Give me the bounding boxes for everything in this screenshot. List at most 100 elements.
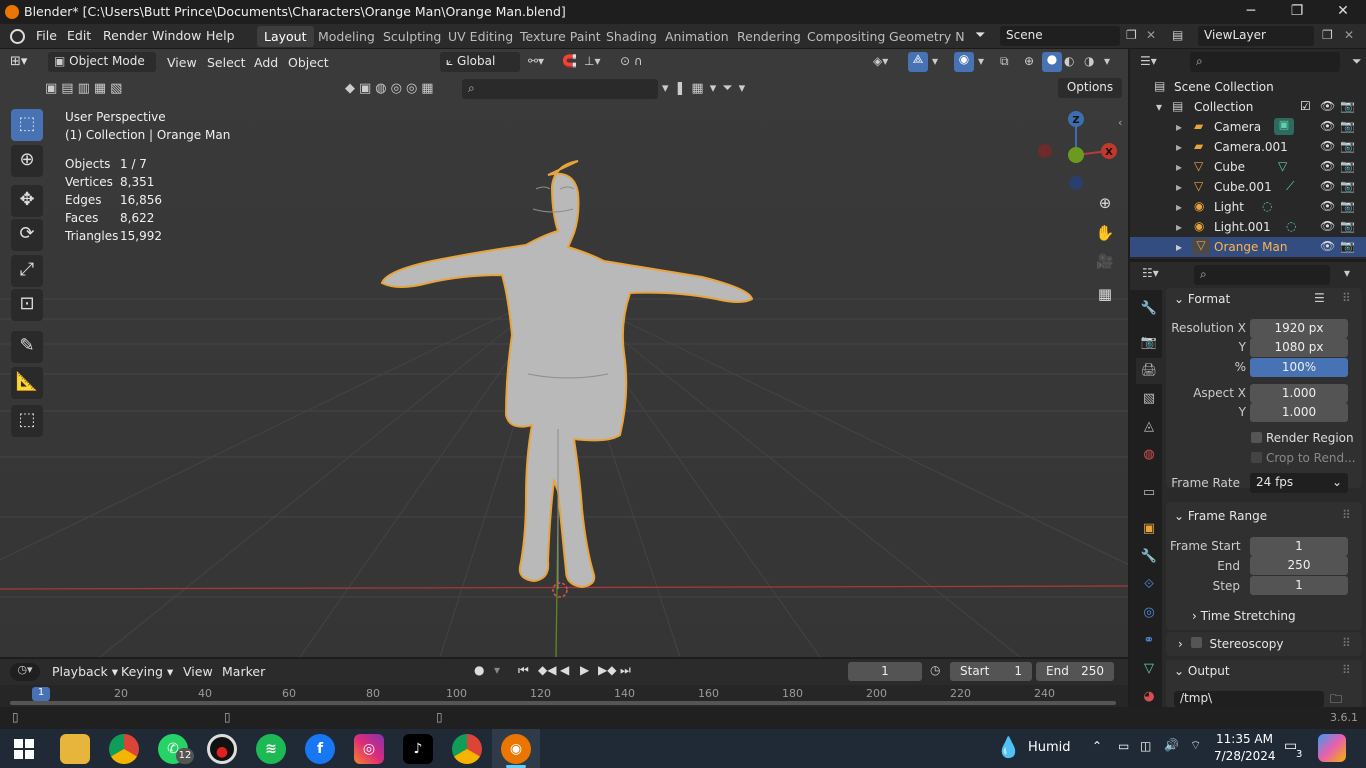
expand-icon[interactable]: ▸ bbox=[1176, 120, 1182, 134]
tab-uv-editing[interactable]: UV Editing bbox=[441, 26, 520, 47]
particles-tab-icon[interactable]: ⟐ bbox=[1136, 572, 1162, 598]
drag-handle-icon[interactable]: ⠿ bbox=[1342, 636, 1351, 650]
outliner-item-cube-001[interactable]: ▸ ▽ Cube.001 ⟋ 👁 📷 bbox=[1130, 177, 1366, 197]
visibility-eye-icon[interactable]: 👁 bbox=[1320, 239, 1335, 253]
annotate-tool[interactable]: ✎ bbox=[11, 331, 43, 363]
copilot-icon[interactable] bbox=[1318, 734, 1346, 762]
mode-selector[interactable]: ▣ Object Mode bbox=[48, 52, 156, 72]
constraints-tab-icon[interactable]: ⚭ bbox=[1136, 628, 1162, 654]
screen-recorder-icon[interactable]: ● bbox=[207, 734, 237, 764]
playhead-marker[interactable]: 1 bbox=[32, 687, 50, 701]
3d-viewport[interactable]: ⊞▾ ▣ Object Mode View Select Add Object … bbox=[0, 49, 1128, 657]
prev-keyframe-icon[interactable]: ◆◀ bbox=[538, 663, 556, 677]
tab-rendering[interactable]: Rendering bbox=[730, 26, 808, 47]
crop-checkbox[interactable] bbox=[1251, 452, 1262, 463]
scene-tab-icon[interactable]: ◬ bbox=[1136, 414, 1162, 440]
render-camera-icon[interactable]: 📷 bbox=[1340, 199, 1355, 213]
shading-rendered-icon[interactable]: ◑ bbox=[1084, 54, 1094, 68]
editor-type-icon[interactable]: ⊞▾ bbox=[10, 54, 27, 69]
chrome-profile-icon[interactable] bbox=[452, 734, 482, 764]
outliner-item-light-001[interactable]: ▸ ◉ Light.001 ◌ 👁 📷 bbox=[1130, 217, 1366, 237]
tray-camera-icon[interactable]: ◫ bbox=[1140, 739, 1151, 753]
render-tab-icon[interactable]: 📷 bbox=[1136, 330, 1162, 356]
frame-start-field[interactable]: 1 bbox=[1250, 537, 1348, 556]
navigation-gizmo[interactable]: Z X bbox=[1034, 109, 1120, 195]
properties-search-field[interactable]: ⌕ bbox=[1194, 265, 1330, 285]
render-camera-icon[interactable]: 📷 bbox=[1340, 239, 1355, 253]
properties-editor-icon[interactable]: ☷▾ bbox=[1142, 266, 1159, 280]
expand-icon[interactable]: ▸ bbox=[1176, 220, 1182, 234]
minimize-button[interactable]: ─ bbox=[1228, 0, 1274, 24]
visibility-eye-icon[interactable]: 👁 bbox=[1320, 179, 1335, 193]
viewport-search-field[interactable]: ⌕ bbox=[462, 79, 658, 99]
timeline-start-field[interactable]: Start 1 bbox=[950, 662, 1032, 681]
play-icon[interactable]: ▶ bbox=[580, 663, 589, 677]
transform-orientation[interactable]: ⟀ Global bbox=[440, 52, 520, 72]
view-layer-tab-icon[interactable]: ▧ bbox=[1136, 386, 1162, 412]
snap-target-icon[interactable]: ⊥▾ bbox=[584, 54, 600, 68]
tiktok-icon[interactable]: ♪ bbox=[403, 734, 433, 764]
viewport-menu-select[interactable]: Select bbox=[207, 55, 246, 70]
options-button[interactable]: Options bbox=[1058, 78, 1122, 98]
visibility-eye-icon[interactable]: 👁 bbox=[1320, 199, 1335, 213]
scene-icon[interactable]: ⏷ bbox=[975, 28, 985, 43]
expand-icon[interactable]: ▸ bbox=[1176, 200, 1182, 214]
render-camera-icon[interactable]: 📷 bbox=[1340, 159, 1355, 173]
cursor-tool[interactable]: ⊕ bbox=[11, 145, 43, 177]
collection-checkbox-icon[interactable]: ☑ bbox=[1300, 99, 1311, 113]
timeline-menu-playback[interactable]: Playback ▾ bbox=[52, 664, 118, 679]
menu-file[interactable]: File bbox=[36, 28, 57, 43]
play-reverse-icon[interactable]: ◀ bbox=[560, 663, 569, 677]
view-layer-selector[interactable]: ViewLayer bbox=[1198, 26, 1314, 46]
render-camera-icon[interactable]: 📷 bbox=[1340, 139, 1355, 153]
clock-time[interactable]: 11:35 AM bbox=[1216, 732, 1273, 746]
weather-drop-icon[interactable]: 💧 bbox=[996, 735, 1021, 759]
tool-tab-icon[interactable]: 🔧 bbox=[1136, 296, 1162, 322]
tab-texture-paint[interactable]: Texture Paint bbox=[513, 26, 608, 47]
jump-start-icon[interactable]: ⏮ bbox=[518, 663, 529, 678]
instagram-icon[interactable]: ◎ bbox=[354, 734, 384, 764]
world-tab-icon[interactable]: ◍ bbox=[1136, 442, 1162, 468]
data-tab-icon[interactable]: ▽ bbox=[1136, 656, 1162, 682]
drag-handle-icon[interactable]: ⠿ bbox=[1342, 291, 1351, 305]
resolution-x-field[interactable]: 1920 px bbox=[1250, 319, 1348, 338]
timeline-menu-keying[interactable]: Keying ▾ bbox=[121, 664, 173, 679]
visibility-eye-icon[interactable]: 👁 bbox=[1320, 119, 1335, 133]
menu-edit[interactable]: Edit bbox=[67, 28, 91, 43]
viewport-menu-add[interactable]: Add bbox=[254, 55, 278, 70]
camera-view-icon[interactable]: 🎥 bbox=[1093, 254, 1117, 278]
frame-step-field[interactable]: 1 bbox=[1250, 576, 1348, 595]
measure-tool[interactable]: 📐 bbox=[11, 367, 43, 399]
object-tab-icon[interactable]: ▣ bbox=[1136, 516, 1162, 542]
gizmo-toggle-icon[interactable]: ⟁ bbox=[908, 52, 928, 72]
overlay-dropdown-icon[interactable]: ▾ bbox=[978, 54, 984, 68]
collection-eye-icon[interactable]: 👁 bbox=[1320, 99, 1335, 113]
viewport-menu-view[interactable]: View bbox=[167, 55, 197, 70]
select-box-tool[interactable]: ⬚ bbox=[11, 109, 43, 141]
tab-layout[interactable]: Layout bbox=[257, 26, 314, 47]
physics-tab-icon[interactable]: ◎ bbox=[1136, 600, 1162, 626]
render-camera-icon[interactable]: 📷 bbox=[1340, 119, 1355, 133]
sidebar-toggle-icon[interactable]: ‹ bbox=[1118, 116, 1122, 129]
outliner-item-light[interactable]: ▸ ◉ Light ◌ 👁 📷 bbox=[1130, 197, 1366, 217]
outliner-collection[interactable]: ▾ ▤ Collection ☑ 👁 📷 bbox=[1130, 97, 1366, 117]
drag-handle-icon[interactable]: ⠿ bbox=[1342, 663, 1351, 677]
jump-end-icon[interactable]: ⏭ bbox=[620, 663, 631, 678]
viewport-menu-object[interactable]: Object bbox=[288, 55, 329, 70]
spotify-icon[interactable]: ≋ bbox=[256, 734, 286, 764]
windows-start-icon[interactable] bbox=[14, 739, 34, 759]
shading-dropdown-icon[interactable]: ▾ bbox=[1104, 54, 1110, 68]
collection-tab-icon[interactable]: ▭ bbox=[1136, 480, 1162, 506]
time-stretching-subpanel[interactable]: › Time Stretching bbox=[1192, 609, 1296, 623]
wifi-icon[interactable]: ⌔ bbox=[1190, 738, 1201, 753]
timeline-end-field[interactable]: End 250 bbox=[1036, 662, 1114, 681]
expand-icon[interactable]: ▸ bbox=[1176, 240, 1182, 254]
tray-chevron-up-icon[interactable]: ⌃ bbox=[1092, 739, 1102, 753]
render-region-checkbox[interactable] bbox=[1251, 432, 1262, 443]
autokey-dropdown-icon[interactable]: ▾ bbox=[494, 663, 500, 677]
scale-tool[interactable]: ⤢ bbox=[11, 255, 43, 287]
chrome-icon[interactable] bbox=[109, 734, 139, 764]
drag-handle-icon[interactable]: ⠿ bbox=[1342, 508, 1351, 522]
xray-icon[interactable]: ⧉ bbox=[1000, 54, 1009, 69]
shading-solid-icon[interactable]: ● bbox=[1042, 52, 1062, 72]
